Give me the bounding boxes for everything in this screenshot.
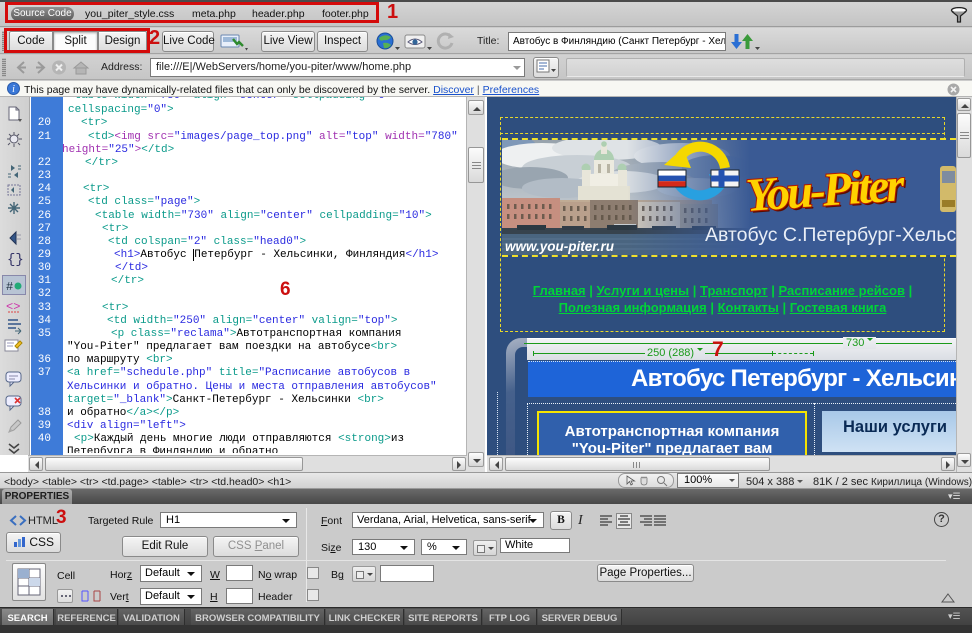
svg-text:You-Piter: You-Piter xyxy=(744,159,907,222)
svg-text:#: # xyxy=(6,280,13,294)
svg-text:{}: {} xyxy=(7,252,24,267)
svg-text:Автобус С.Петербург-Хельсинки: Автобус С.Петербург-Хельсинки xyxy=(705,224,956,246)
svg-text:www.you-piter.ru: www.you-piter.ru xyxy=(505,239,615,254)
svg-text:i: i xyxy=(12,84,15,95)
